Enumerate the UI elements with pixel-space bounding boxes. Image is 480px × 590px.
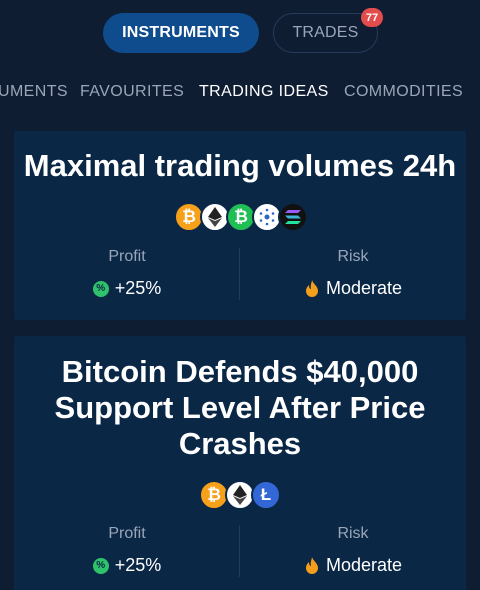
instruments-tab[interactable]: INSTRUMENTS [103,13,259,53]
solana-icon [278,202,308,232]
risk-label: Risk [337,248,369,265]
category-instruments[interactable]: UMENTS [0,83,68,101]
category-tabs: UMENTS FAVOURITES TRADING IDEAS COMMODIT… [0,83,480,105]
risk-value: Moderate [240,278,466,299]
risk-label: Risk [337,525,369,542]
card-title: Maximal trading volumes 24h [23,148,457,183]
coin-icons: ₿ Ł [14,480,466,510]
category-favourites[interactable]: FAVOURITES [80,83,184,101]
category-commodities[interactable]: COMMODITIES [344,83,463,101]
profit-value: % +25% [14,278,240,299]
card-stats: Profit % +25% Risk Moderate [14,525,466,585]
fire-icon [305,279,318,297]
card-stats: Profit % +25% Risk Moderate [14,248,466,308]
card-title: Bitcoin Defends $40,000 Support Level Af… [54,354,426,461]
profit-percent-icon: % [92,280,109,297]
risk-value: Moderate [240,555,466,576]
fire-icon [305,556,318,574]
category-trading-ideas[interactable]: TRADING IDEAS [199,83,329,101]
litecoin-icon: Ł [251,480,281,510]
top-tabs: INSTRUMENTS TRADES 77 [0,8,480,53]
profit-label: Profit [108,248,146,265]
profit-label: Profit [108,525,146,542]
trading-idea-card[interactable]: Bitcoin Defends $40,000 Support Level Af… [14,336,466,590]
trades-count-badge: 77 [361,8,383,27]
coin-icons: ₿ ₿ [14,202,466,232]
profit-value: % +25% [14,555,240,576]
profit-percent-icon: % [92,557,109,574]
trading-idea-card[interactable]: Maximal trading volumes 24h ₿ ₿ Profit %… [14,131,466,320]
